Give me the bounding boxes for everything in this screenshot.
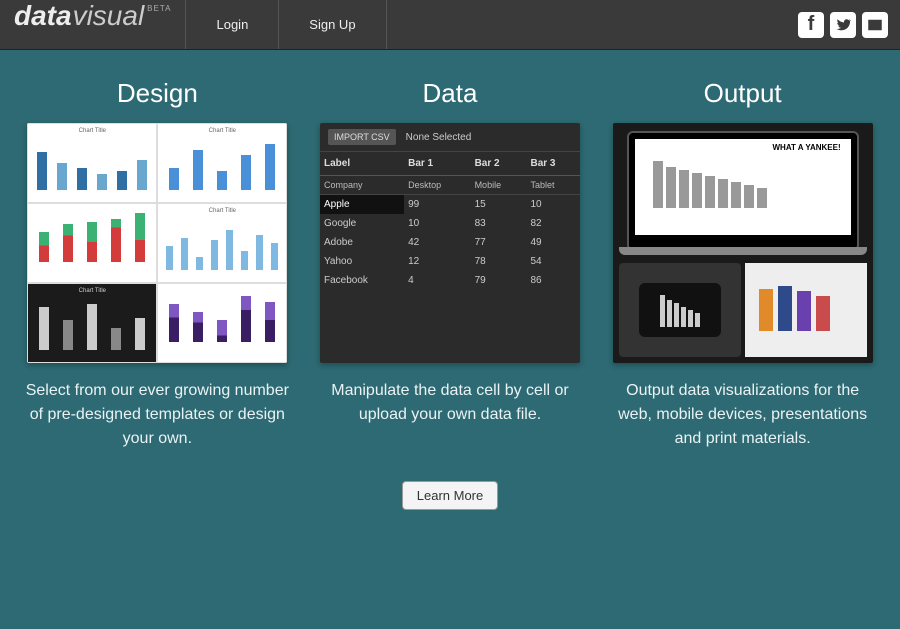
twitter-icon[interactable] <box>830 12 856 38</box>
learn-more-button[interactable]: Learn More <box>402 481 498 510</box>
table-cell[interactable]: 83 <box>471 214 527 233</box>
table-cell[interactable]: 77 <box>471 233 527 252</box>
laptop-mockup: WHAT A YANKEE! <box>627 131 859 251</box>
sub-label[interactable]: Company <box>320 176 404 195</box>
mail-icon[interactable] <box>862 12 888 38</box>
table-cell[interactable]: 49 <box>526 233 580 252</box>
facebook-icon[interactable]: f <box>798 12 824 38</box>
table-cell[interactable]: Apple <box>320 195 404 215</box>
print-mockup <box>745 263 867 357</box>
table-row[interactable]: Adobe427749 <box>320 233 580 252</box>
brand-beta: BETA <box>147 4 171 13</box>
table-cell[interactable]: Adobe <box>320 233 404 252</box>
table-cell[interactable]: 4 <box>404 271 470 290</box>
th-bar2[interactable]: Bar 2 <box>471 152 527 176</box>
sub-bar1[interactable]: Desktop <box>404 176 470 195</box>
table-cell[interactable]: 15 <box>471 195 527 215</box>
table-row[interactable]: Facebook47986 <box>320 271 580 290</box>
table-cell[interactable]: 86 <box>526 271 580 290</box>
topbar: data visual BETA Login Sign Up f <box>0 0 900 50</box>
table-cell[interactable]: 10 <box>526 195 580 215</box>
table-row[interactable]: Yahoo127854 <box>320 252 580 271</box>
table-cell[interactable]: 42 <box>404 233 470 252</box>
table-cell[interactable]: 78 <box>471 252 527 271</box>
template-thumb[interactable]: Chart Title <box>27 283 157 363</box>
table-cell[interactable]: 79 <box>471 271 527 290</box>
design-desc: Select from our ever growing number of p… <box>22 379 292 451</box>
output-desc: Output data visualizations for the web, … <box>608 379 878 451</box>
template-thumb[interactable]: Chart Title <box>157 123 287 203</box>
phone-mockup <box>619 263 741 357</box>
table-cell[interactable]: 99 <box>404 195 470 215</box>
selection-status: None Selected <box>406 132 472 143</box>
data-table[interactable]: Label Bar 1 Bar 2 Bar 3 Company Desktop … <box>320 152 580 290</box>
column-design: Design Chart Title Chart Title <box>22 78 292 451</box>
column-output: Output WHAT A YANKEE! <box>608 78 878 451</box>
table-row[interactable]: Apple991510 <box>320 195 580 215</box>
design-panel[interactable]: Chart Title Chart Title <box>27 123 287 363</box>
table-row[interactable]: Google108382 <box>320 214 580 233</box>
sub-bar2[interactable]: Mobile <box>471 176 527 195</box>
sub-bar3[interactable]: Tablet <box>526 176 580 195</box>
table-cell[interactable]: 54 <box>526 252 580 271</box>
table-cell[interactable]: Facebook <box>320 271 404 290</box>
design-title: Design <box>117 78 198 109</box>
data-desc: Manipulate the data cell by cell or uplo… <box>315 379 585 427</box>
table-cell[interactable]: Google <box>320 214 404 233</box>
brand-logo[interactable]: data visual BETA <box>0 0 186 49</box>
import-csv-button[interactable]: IMPORT CSV <box>328 129 396 145</box>
login-button[interactable]: Login <box>186 0 279 49</box>
template-thumb[interactable] <box>157 283 287 363</box>
table-cell[interactable]: 12 <box>404 252 470 271</box>
table-cell[interactable]: Yahoo <box>320 252 404 271</box>
main-content: Design Chart Title Chart Title <box>0 50 900 451</box>
output-headline: WHAT A YANKEE! <box>635 139 851 152</box>
brand-bold: data <box>14 0 72 32</box>
th-bar3[interactable]: Bar 3 <box>526 152 580 176</box>
template-thumb[interactable]: Chart Title <box>27 123 157 203</box>
output-panel: WHAT A YANKEE! <box>613 123 873 363</box>
template-thumb[interactable] <box>27 203 157 283</box>
column-data: Data IMPORT CSV None Selected Label Bar … <box>315 78 585 451</box>
th-bar1[interactable]: Bar 1 <box>404 152 470 176</box>
template-thumb[interactable]: Chart Title <box>157 203 287 283</box>
data-title: Data <box>423 78 478 109</box>
brand-thin: visual <box>73 0 145 32</box>
table-cell[interactable]: 10 <box>404 214 470 233</box>
output-title: Output <box>704 78 782 109</box>
data-panel[interactable]: IMPORT CSV None Selected Label Bar 1 Bar… <box>320 123 580 363</box>
table-cell[interactable]: 82 <box>526 214 580 233</box>
th-label[interactable]: Label <box>320 152 404 176</box>
signup-button[interactable]: Sign Up <box>279 0 386 49</box>
social-links: f <box>798 0 900 49</box>
